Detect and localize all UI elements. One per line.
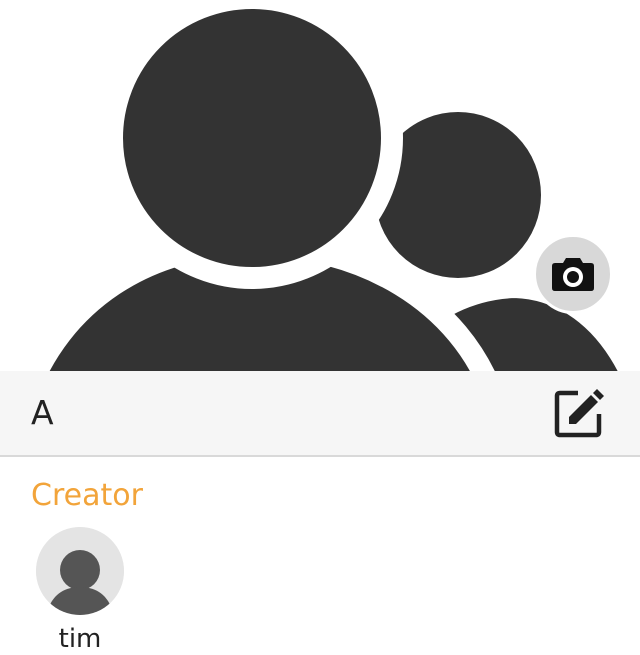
camera-icon [552,258,594,291]
edit-name-button[interactable] [550,387,608,439]
group-people-icon [25,0,640,371]
group-name: A [31,393,54,432]
change-photo-button[interactable] [533,234,613,314]
creator-name: tim [58,624,102,654]
creator-member[interactable]: tim [36,527,124,654]
creator-section-title: Creator [31,478,143,513]
avatar [36,527,124,615]
group-name-bar: A [0,371,640,457]
group-cover-image [0,0,640,371]
person-icon [36,527,124,615]
edit-icon [554,389,604,438]
